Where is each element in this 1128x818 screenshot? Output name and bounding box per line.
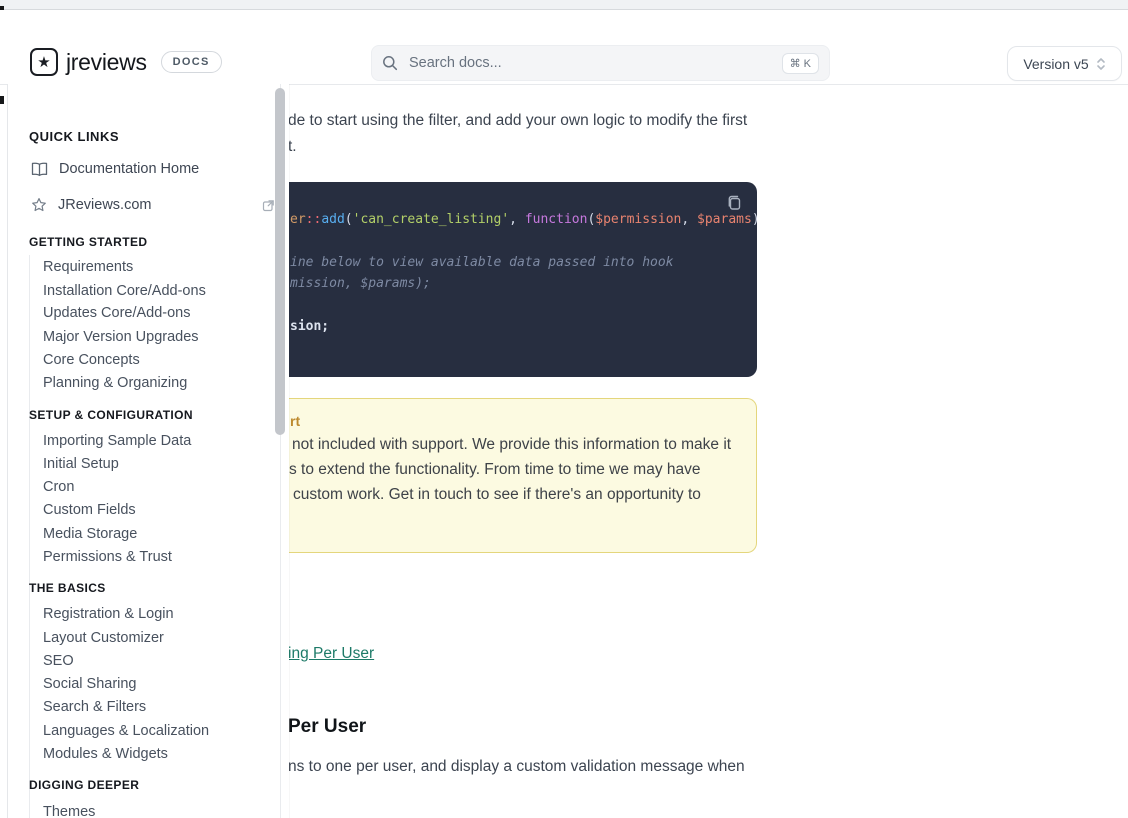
sidebar-item-permissions-trust[interactable]: Permissions & Trust: [43, 549, 172, 565]
sidebar-item-social-sharing[interactable]: Social Sharing: [43, 676, 137, 692]
sidebar-item-planning-organizing[interactable]: Planning & Organizing: [43, 375, 187, 391]
sidebar-item-themes[interactable]: Themes: [43, 804, 95, 818]
docs-badge: DOCS: [160, 51, 222, 73]
toc-link-one-listing-per-user[interactable]: ing Per User: [288, 645, 374, 663]
code-block: er::add('can_create_listing', function($…: [288, 182, 760, 377]
sidebar-item-modules-widgets[interactable]: Modules & Widgets: [43, 746, 168, 762]
sidebar-section-digging-deeper: DIGGING DEEPER: [29, 778, 140, 792]
sidebar-item-major-version-upgrades[interactable]: Major Version Upgrades: [43, 329, 199, 345]
support-note-line2: s to extend the functionality. From time…: [289, 461, 701, 478]
sidebar-item-languages-localization[interactable]: Languages & Localization: [43, 723, 209, 739]
indent-guide: [29, 799, 30, 818]
sidebar-item-label: Documentation Home: [59, 161, 200, 177]
book-icon: [31, 162, 48, 176]
sidebar-item-initial-setup[interactable]: Initial Setup: [43, 456, 119, 472]
star-icon: [32, 198, 46, 212]
search-bar[interactable]: ⌘ K: [371, 45, 830, 81]
sidebar-item-requirements[interactable]: Requirements: [43, 259, 133, 275]
logo-star-icon: ★: [30, 48, 58, 76]
site-header: ★ jreviews DOCS ⌘ K Version v5: [0, 10, 1128, 85]
chevron-updown-icon: [1096, 57, 1105, 70]
sidebar-item-label: JReviews.com: [58, 197, 152, 213]
body-paragraph: ns to one per user, and display a custom…: [288, 758, 745, 775]
sidebar-section-getting-started: GETTING STARTED: [29, 235, 148, 249]
sidebar-section-setup-configuration: SETUP & CONFIGURATION: [29, 408, 193, 422]
sidebar-item-documentation-home[interactable]: Documentation Home: [31, 161, 199, 177]
sidebar-item-jreviews-com[interactable]: JReviews.com: [31, 197, 274, 213]
sidebar-item-installation[interactable]: Installation Core/Add-ons: [43, 283, 206, 299]
sidebar-item-cron[interactable]: Cron: [43, 479, 74, 495]
support-note: rt not included with support. We provide…: [288, 398, 757, 553]
support-note-line1: not included with support. We provide th…: [292, 436, 732, 453]
sidebar-item-importing-sample-data[interactable]: Importing Sample Data: [43, 433, 191, 449]
copy-icon[interactable]: [725, 193, 743, 211]
sidebar-item-custom-fields[interactable]: Custom Fields: [43, 502, 136, 518]
intro-paragraph-line1: de to start using the filter, and add yo…: [288, 112, 748, 129]
search-input[interactable]: [407, 54, 782, 72]
sidebar-item-updates[interactable]: Updates Core/Add-ons: [43, 305, 191, 321]
search-icon: [383, 56, 398, 71]
code-line-4: sion;: [290, 319, 330, 334]
sidebar-item-seo[interactable]: SEO: [43, 653, 74, 669]
code-comment-2: mission, $params);: [290, 276, 431, 291]
logo[interactable]: ★ jreviews DOCS: [30, 48, 222, 76]
sidebar-nav: QUICK LINKS Documentation Home JReviews.…: [7, 84, 289, 818]
intro-paragraph-line2: t.: [288, 138, 297, 155]
external-link-icon: [262, 199, 274, 211]
support-note-title: rt: [290, 413, 301, 429]
sidebar-section-quick-links: QUICK LINKS: [29, 129, 119, 144]
code-line-1: er::add('can_create_listing', function($…: [290, 212, 760, 227]
page: ★ jreviews DOCS ⌘ K Version v5 de to sta…: [0, 0, 1128, 818]
code-comment-1: ine below to view available data passed …: [290, 255, 674, 270]
version-label: Version v5: [1023, 55, 1089, 72]
sidebar-item-layout-customizer[interactable]: Layout Customizer: [43, 630, 164, 646]
window-edge-artifact: [0, 96, 4, 104]
sidebar-section-the-basics: THE BASICS: [29, 581, 106, 595]
sidebar-item-media-storage[interactable]: Media Storage: [43, 526, 137, 542]
sidebar-item-search-filters[interactable]: Search & Filters: [43, 699, 146, 715]
version-selector[interactable]: Version v5: [1007, 46, 1122, 81]
sidebar-scrollbar-thumb[interactable]: [275, 88, 285, 435]
browser-top-strip: [0, 0, 1128, 10]
logo-text: jreviews: [66, 48, 147, 75]
support-note-line3: custom work. Get in touch to see if ther…: [293, 486, 701, 503]
sidebar-item-registration-login[interactable]: Registration & Login: [43, 606, 174, 622]
search-shortcut-badge: ⌘ K: [781, 52, 819, 74]
sidebar-item-core-concepts[interactable]: Core Concepts: [43, 352, 140, 368]
section-heading-per-user: Per User: [288, 716, 367, 737]
